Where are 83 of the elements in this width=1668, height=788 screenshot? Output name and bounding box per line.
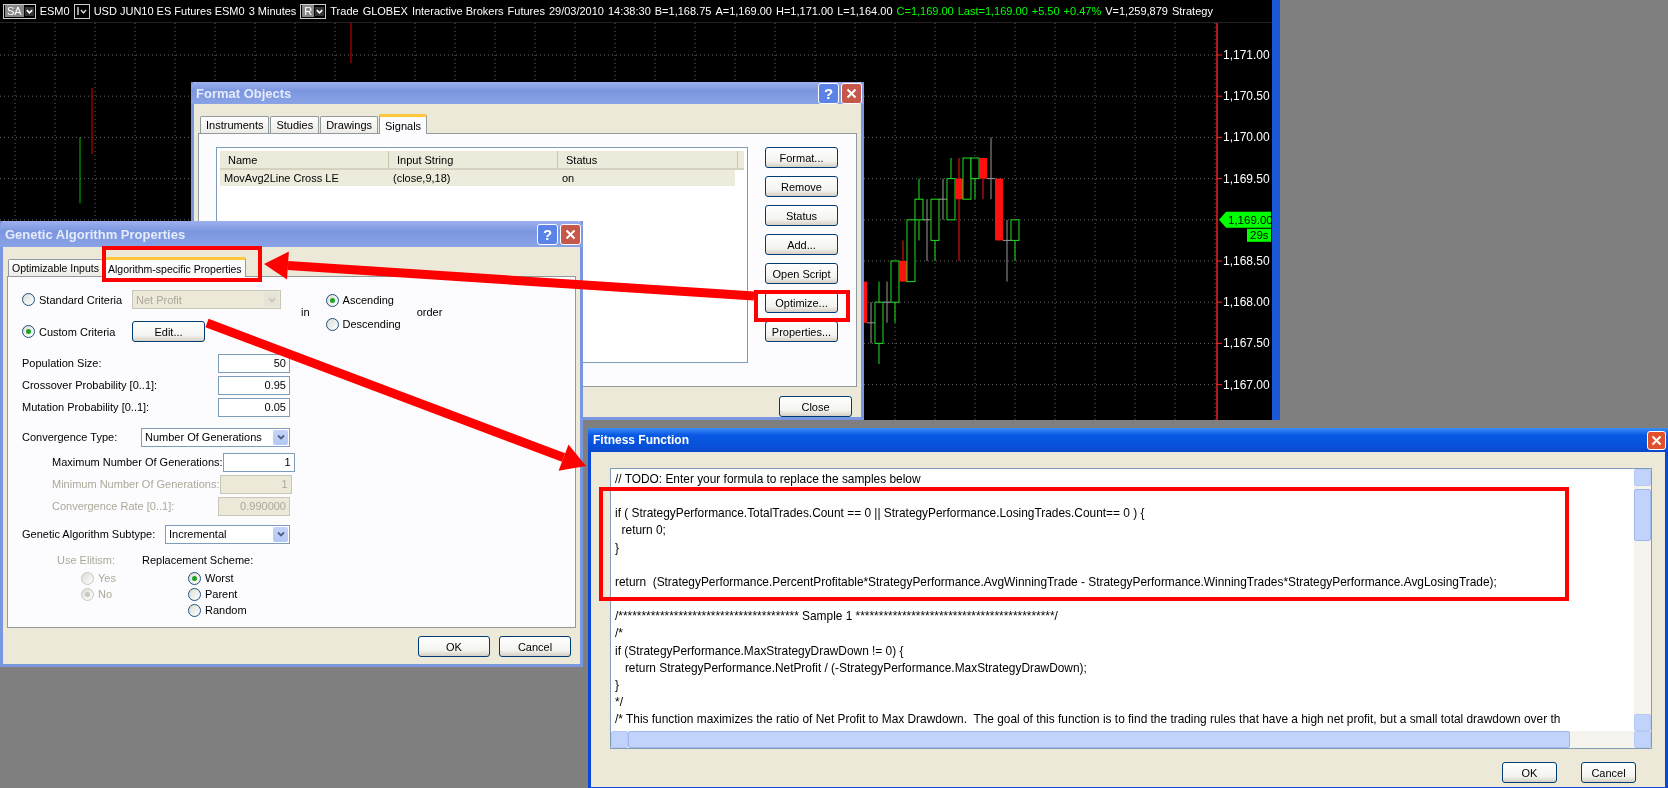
price-label: 1,168.00 bbox=[1223, 295, 1270, 310]
countdown-tag: 29s bbox=[1247, 228, 1271, 242]
info-label: 14:38:30 bbox=[607, 5, 651, 17]
order-label: order bbox=[416, 306, 443, 318]
close-button[interactable] bbox=[1647, 430, 1666, 450]
caret-icon bbox=[275, 529, 286, 539]
field-label: Convergence Type: bbox=[22, 431, 118, 443]
quote-value: C=1,169.00 bbox=[896, 5, 954, 17]
radio-label: Ascending bbox=[342, 294, 394, 306]
group-label: Use Elitism: bbox=[57, 554, 117, 568]
radio-label: Custom Criteria bbox=[39, 325, 116, 338]
vertical-scrollbar[interactable] bbox=[1634, 469, 1651, 731]
candlestick bbox=[91, 87, 93, 155]
symbol-dropdown[interactable]: SA bbox=[3, 3, 36, 19]
radio-button[interactable] bbox=[22, 325, 35, 338]
price-label: 1,170.00 bbox=[1223, 130, 1270, 145]
close-icon bbox=[565, 228, 576, 240]
radio-button[interactable] bbox=[188, 587, 201, 601]
interval-label: 3 Minutes bbox=[248, 5, 297, 17]
column-header[interactable]: Status bbox=[558, 151, 738, 168]
radio-label: Parent bbox=[205, 588, 238, 600]
price-label: 1,168.50 bbox=[1223, 254, 1270, 268]
quote-value: Last=1,169.00 bbox=[957, 5, 1028, 17]
column-header[interactable]: Name bbox=[220, 151, 389, 168]
price-label: 1,171.00 bbox=[1223, 48, 1270, 62]
quote-value: A=1,169.00 bbox=[715, 5, 772, 17]
quote-value: B=1,168.75 bbox=[654, 5, 712, 17]
field-label: Crossover Probability [0..1]: bbox=[22, 379, 158, 391]
close-icon bbox=[846, 87, 857, 99]
quote-value: +5.50 bbox=[1031, 5, 1060, 17]
quote-value: V=1,259,879 bbox=[1105, 5, 1168, 17]
candlestick bbox=[350, 23, 352, 64]
candlestick bbox=[79, 136, 81, 204]
dialog-button[interactable]: OK bbox=[1502, 762, 1557, 783]
info-label: GLOBEX bbox=[362, 5, 408, 17]
close-icon bbox=[1651, 434, 1662, 446]
field-label: Minimum Number Of Generations: bbox=[52, 478, 220, 490]
radio-button[interactable] bbox=[22, 293, 35, 306]
quote-value: +0.47% bbox=[1063, 5, 1102, 17]
candlestick bbox=[970, 157, 980, 200]
radio-button[interactable] bbox=[325, 293, 339, 307]
field-label: Genetic Algorithm Subtype: bbox=[22, 528, 156, 540]
window-title: Fitness Function bbox=[593, 433, 689, 447]
order-label: in bbox=[301, 306, 310, 318]
info-label: Interactive Brokers bbox=[411, 5, 504, 17]
radio-label: No bbox=[98, 588, 113, 600]
price-label: 1,167.00 bbox=[1223, 377, 1270, 392]
menu-button[interactable] bbox=[73, 3, 90, 19]
field-label: Population Size: bbox=[22, 357, 102, 369]
dialog-button[interactable]: Cancel bbox=[1581, 762, 1636, 783]
price-label: 1,167.50 bbox=[1223, 336, 1270, 351]
window-title: Genetic Algorithm Properties bbox=[5, 226, 186, 242]
candlestick bbox=[914, 178, 924, 241]
horizontal-scrollbar[interactable] bbox=[611, 731, 1651, 748]
info-label: 29/03/2010 bbox=[548, 5, 604, 17]
mode-dropdown[interactable]: R bbox=[300, 3, 327, 19]
instrument-description: USD JUN10 ES Futures ESM0 bbox=[93, 5, 245, 17]
list-caret-icon bbox=[75, 5, 88, 17]
field-label: Convergence Rate [0..1]: bbox=[52, 500, 175, 512]
strategy-label: Strategy bbox=[1171, 5, 1213, 17]
info-label: Trade bbox=[330, 5, 359, 17]
candlestick bbox=[922, 198, 932, 262]
radio-button[interactable] bbox=[188, 603, 201, 617]
window-title: Format Objects bbox=[196, 85, 292, 101]
caret-icon bbox=[275, 432, 286, 442]
radio-label: Descending bbox=[342, 318, 401, 330]
radio-label: Standard Criteria bbox=[39, 293, 123, 306]
price-label: 1,170.50 bbox=[1223, 89, 1270, 104]
list-row[interactable]: MovAvg2Line Cross LE (close,9,18) on bbox=[220, 170, 735, 186]
field-label: Mutation Probability [0..1]: bbox=[22, 401, 150, 413]
field-label: Maximum Number Of Generations: bbox=[52, 456, 223, 468]
price-label: 1,169.50 bbox=[1223, 171, 1270, 186]
radio-button[interactable] bbox=[188, 571, 201, 585]
info-label: Futures bbox=[507, 5, 545, 17]
radio-label: Random bbox=[205, 604, 247, 616]
radio-label: Worst bbox=[205, 572, 234, 584]
quote-value: H=1,171.00 bbox=[775, 5, 834, 17]
symbol-label: ESM0 bbox=[39, 5, 70, 17]
quote-value: L=1,164.00 bbox=[837, 5, 893, 17]
radio-label: Yes bbox=[98, 572, 116, 584]
group-label: Replacement Scheme: bbox=[142, 554, 254, 568]
column-header[interactable]: Input String bbox=[389, 151, 558, 168]
radio-button[interactable] bbox=[325, 317, 339, 331]
